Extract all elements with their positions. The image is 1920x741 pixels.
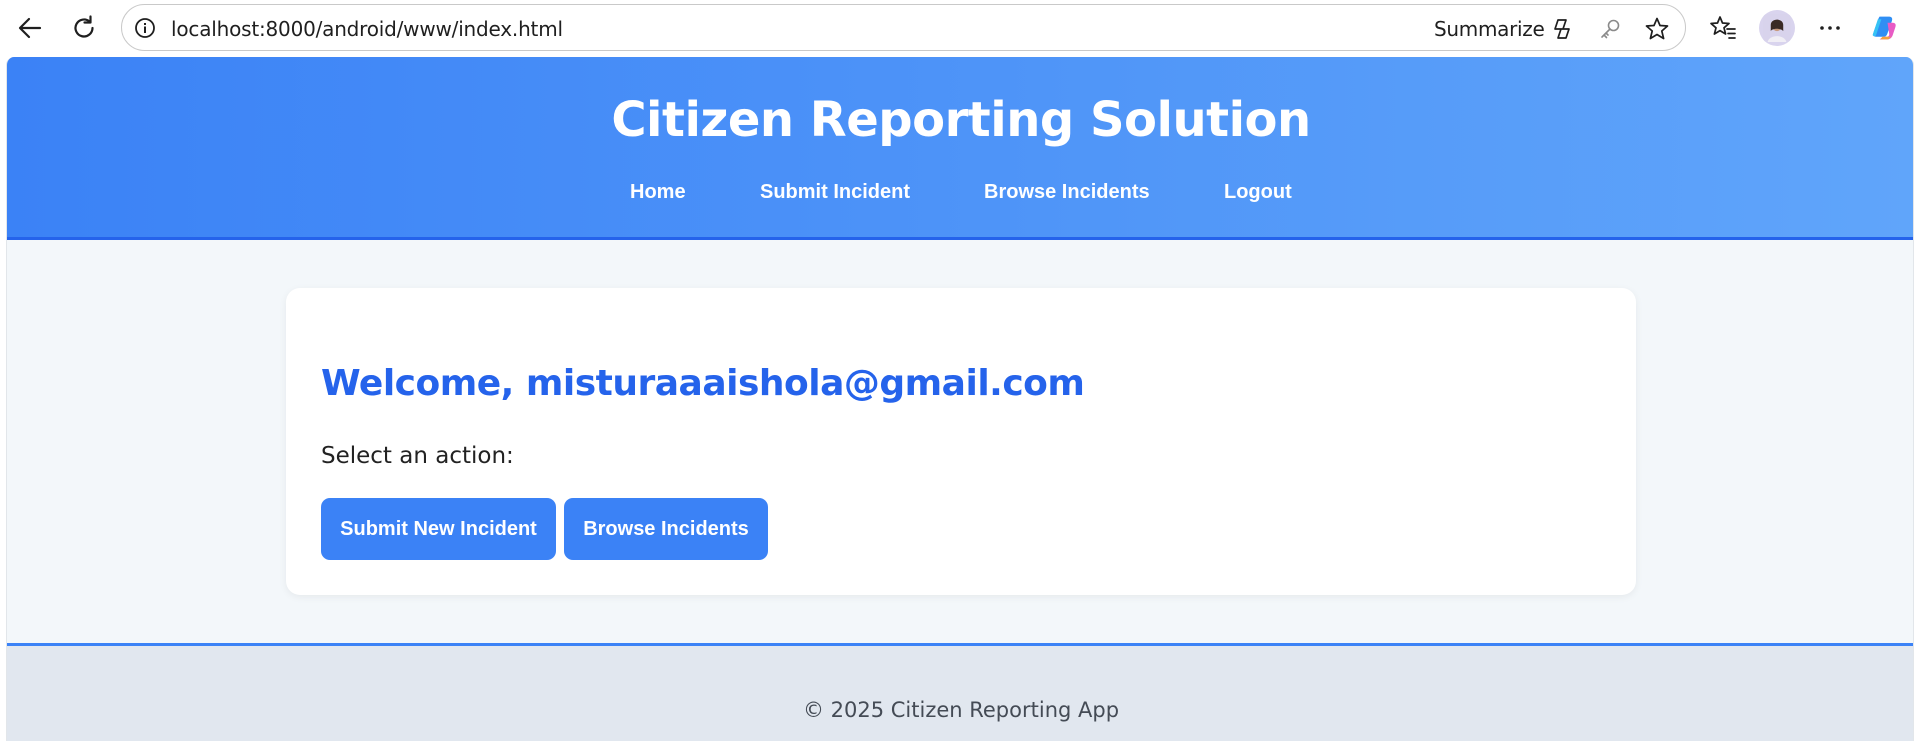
submit-new-incident-button[interactable]: Submit New Incident <box>321 498 556 560</box>
welcome-heading: Welcome, misturaaaishola@gmail.com <box>321 363 1085 404</box>
address-bar[interactable]: localhost:8000/android/www/index.html Su… <box>121 4 1686 51</box>
nav-link-browse-incidents[interactable]: Browse Incidents <box>984 181 1150 204</box>
back-arrow-icon[interactable] <box>10 9 50 47</box>
profile-avatar[interactable] <box>1759 10 1795 46</box>
url-text[interactable]: localhost:8000/android/www/index.html <box>171 17 563 41</box>
nav-link-home[interactable]: Home <box>630 181 686 204</box>
site-title: Citizen Reporting Solution <box>611 92 1311 148</box>
page-viewport: Citizen Reporting Solution Home Submit I… <box>6 57 1914 741</box>
copilot-icon[interactable] <box>1868 12 1900 44</box>
reload-icon[interactable] <box>64 9 104 47</box>
more-icon[interactable] <box>1814 12 1846 44</box>
site-footer: © 2025 Citizen Reporting App <box>7 643 1913 741</box>
site-header: Citizen Reporting Solution Home Submit I… <box>7 57 1913 240</box>
action-prompt: Select an action: <box>321 443 514 469</box>
star-icon[interactable] <box>1644 16 1670 42</box>
summarize-button[interactable]: Summarize <box>1434 17 1545 41</box>
copilot-icon[interactable] <box>1549 16 1575 42</box>
browser-toolbar: localhost:8000/android/www/index.html Su… <box>0 0 1920 56</box>
nav-link-logout[interactable]: Logout <box>1224 181 1292 204</box>
favorites-icon[interactable] <box>1707 12 1739 44</box>
footer-copyright: © 2025 Citizen Reporting App <box>802 698 1120 722</box>
browse-incidents-button[interactable]: Browse Incidents <box>564 498 768 560</box>
welcome-card: Welcome, misturaaaishola@gmail.com Selec… <box>286 288 1636 595</box>
key-icon[interactable] <box>1597 16 1623 42</box>
info-icon[interactable] <box>134 17 156 39</box>
nav-link-submit-incident[interactable]: Submit Incident <box>760 181 910 204</box>
